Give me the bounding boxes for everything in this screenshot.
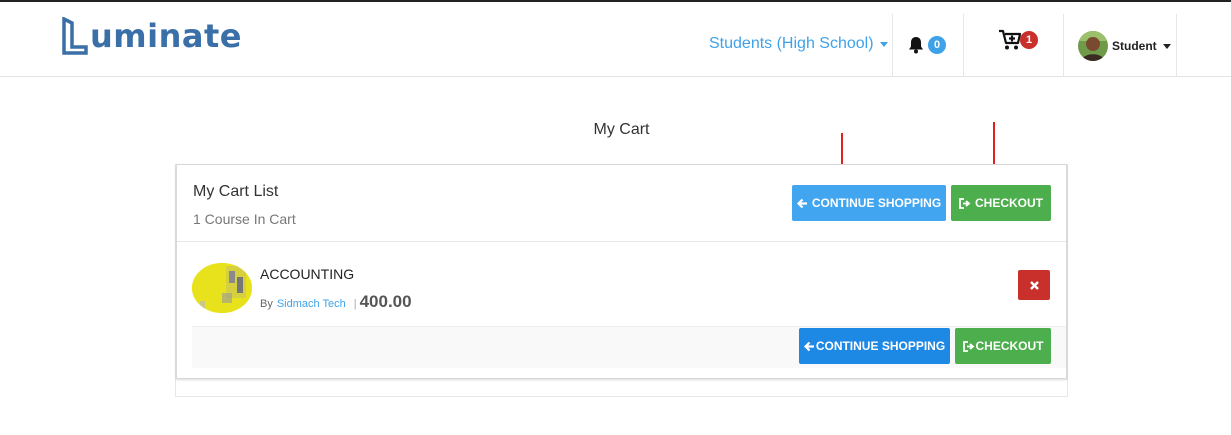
brand-name: uminate: [90, 17, 242, 55]
avatar: [1078, 31, 1108, 61]
page-title: My Cart: [593, 121, 650, 138]
cart-count-text: 1 Course In Cart: [193, 211, 296, 227]
cart-count-badge: 1: [1020, 31, 1038, 49]
user-menu[interactable]: Student: [1078, 31, 1171, 61]
course-name[interactable]: ACCOUNTING: [260, 266, 354, 282]
cart-item: ACCOUNTING By Sidmach Tech | 400.00: [177, 242, 1066, 317]
meta-divider: |: [353, 298, 357, 310]
cart-plus-icon: [999, 29, 1022, 50]
cart-panel: My Cart List 1 Course In Cart CONTINUE S…: [176, 164, 1067, 379]
course-thumbnail[interactable]: [192, 263, 252, 313]
cart-panel-header: My Cart List 1 Course In Cart CONTINUE S…: [177, 165, 1066, 242]
cart-footer: CONTINUE SHOPPING CHECKOUT: [192, 326, 1066, 368]
role-label: Students (High School): [709, 35, 874, 52]
cart-list-title: My Cart List: [193, 183, 279, 200]
checkout-label: CHECKOUT: [975, 339, 1044, 353]
notifications-count-badge: 0: [928, 36, 946, 54]
checkout-button-bottom[interactable]: CHECKOUT: [955, 328, 1051, 364]
nav-divider: [963, 14, 964, 76]
logo-mark-icon: [62, 17, 88, 55]
course-author-link[interactable]: Sidmach Tech: [277, 298, 346, 310]
continue-shopping-button-bottom[interactable]: CONTINUE SHOPPING: [799, 328, 950, 364]
times-icon: [1029, 280, 1039, 290]
nav-divider: [1176, 14, 1177, 76]
top-navbar: uminate Students (High School) 0 1 Stude…: [0, 2, 1231, 77]
sign-out-icon: [959, 197, 971, 209]
role-dropdown[interactable]: Students (High School): [709, 35, 888, 53]
caret-down-icon: [879, 41, 888, 47]
nav-divider: [892, 14, 893, 76]
checkout-label: CHECKOUT: [975, 196, 1043, 210]
remove-item-button[interactable]: [1018, 270, 1050, 300]
cart-button[interactable]: 1: [998, 29, 1038, 51]
by-label: By: [260, 298, 273, 310]
caret-down-icon: [1162, 43, 1171, 49]
nav-divider: [1063, 14, 1064, 76]
continue-shopping-label: CONTINUE SHOPPING: [811, 196, 942, 210]
arrow-left-icon: [796, 198, 807, 208]
bell-icon: [909, 37, 923, 54]
checkout-button[interactable]: CHECKOUT: [951, 185, 1051, 221]
continue-shopping-button[interactable]: CONTINUE SHOPPING: [792, 185, 946, 221]
user-name: Student: [1112, 39, 1157, 53]
brand-logo[interactable]: uminate: [60, 14, 242, 58]
course-price: 400.00: [359, 292, 412, 311]
sign-out-icon: [962, 340, 974, 352]
course-meta: By Sidmach Tech | 400.00: [260, 292, 412, 312]
arrow-left-icon: [803, 341, 814, 351]
notifications-button[interactable]: 0: [908, 36, 946, 54]
continue-shopping-label: CONTINUE SHOPPING: [815, 339, 946, 353]
